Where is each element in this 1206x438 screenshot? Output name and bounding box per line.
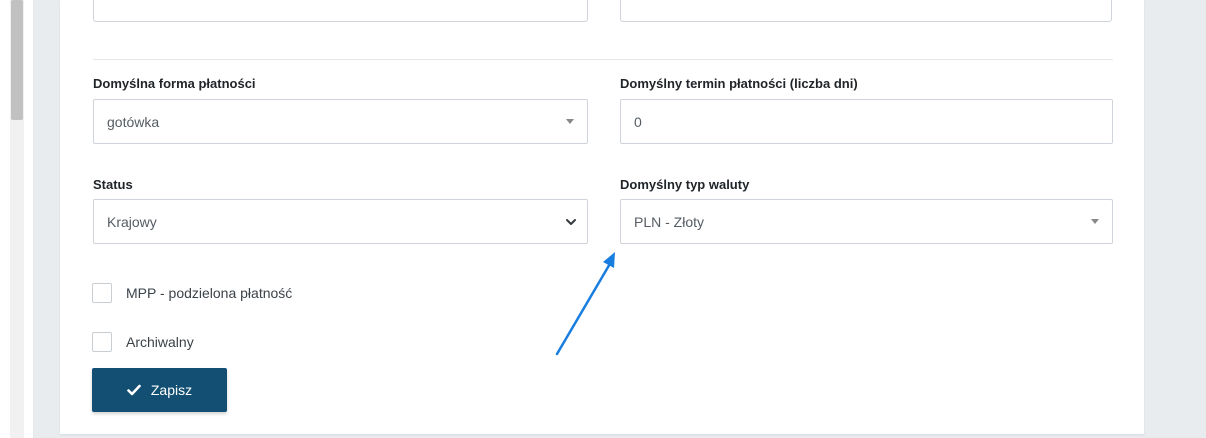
annotation-arrow xyxy=(555,252,615,356)
